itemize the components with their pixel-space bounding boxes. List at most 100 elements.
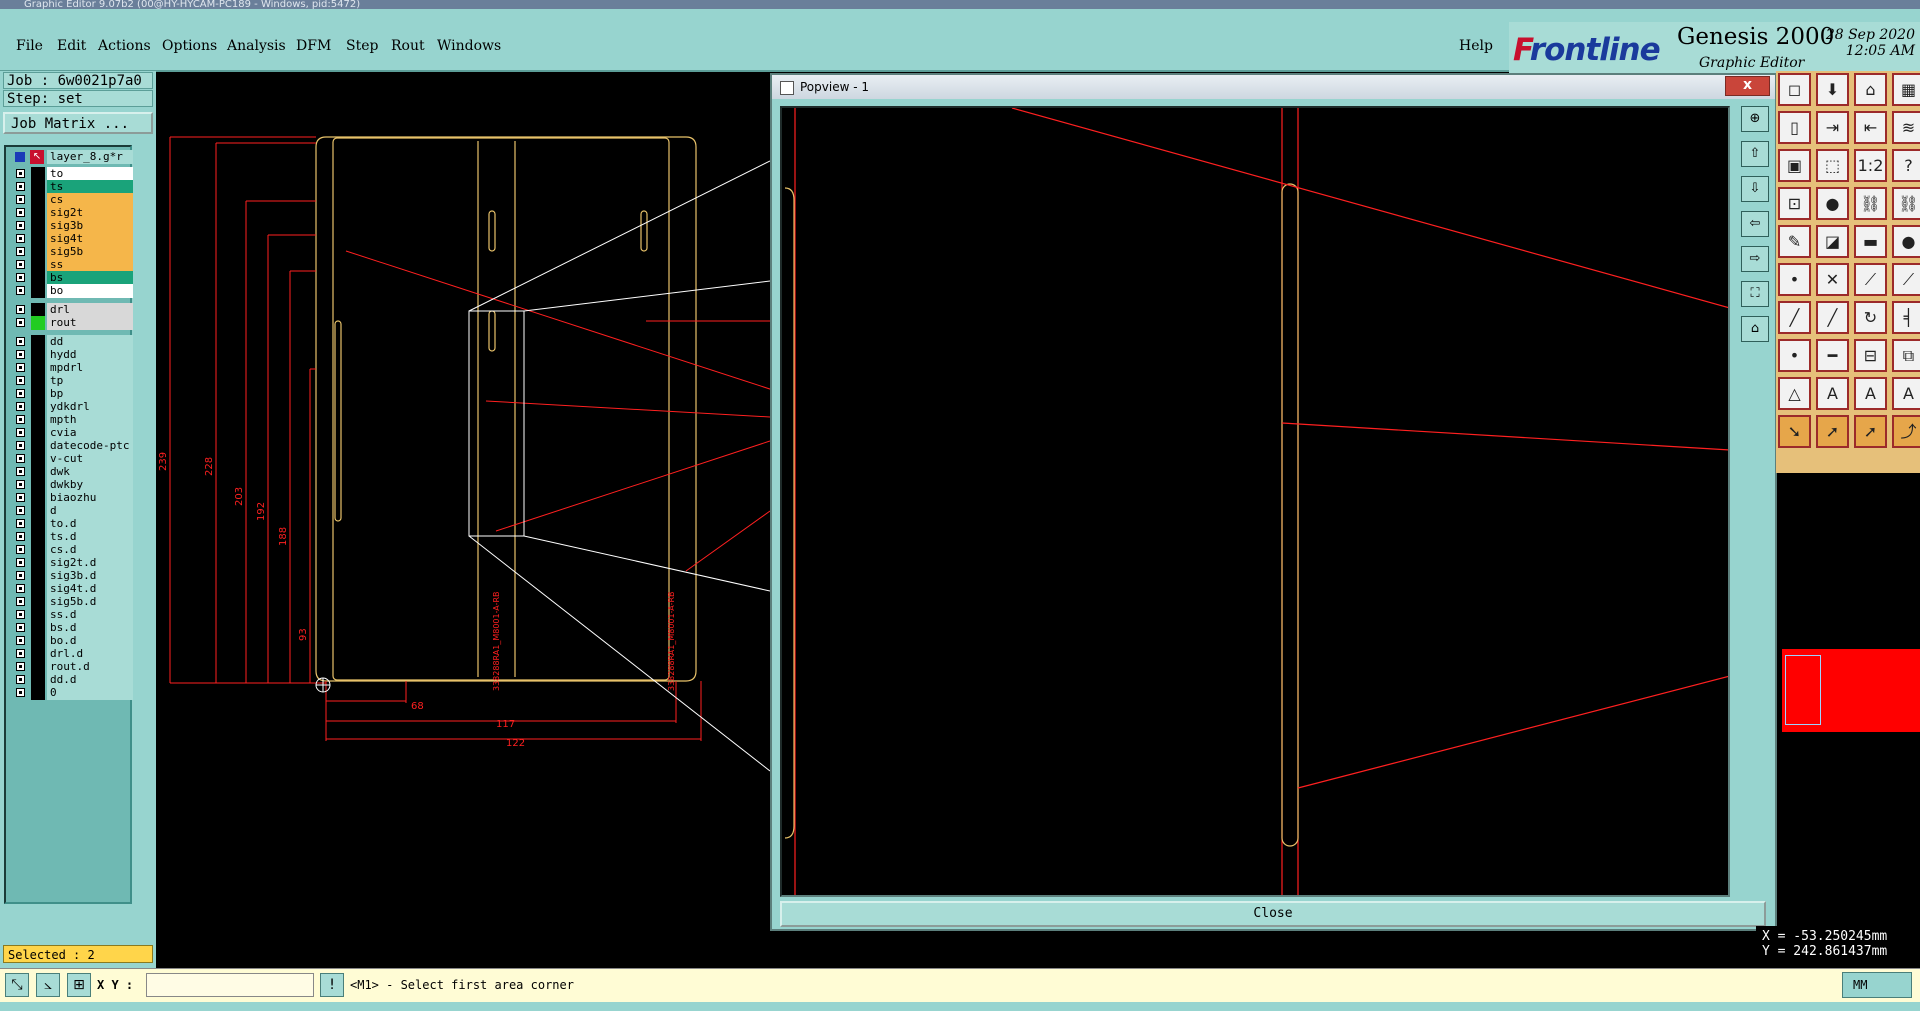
layer-name[interactable]: to (47, 167, 133, 181)
main-canvas[interactable]: 239 228 203 192 188 93 68 117 122 338288… (156, 71, 770, 968)
tool-shapes-icon[interactable]: ⧉ (1892, 339, 1920, 372)
tool-import-icon[interactable]: ⇤ (1854, 111, 1887, 144)
layer-name[interactable]: sig4t.d (47, 582, 133, 596)
units-selector[interactable]: MM (1842, 972, 1912, 998)
layer-row[interactable]: bp (10, 387, 133, 401)
tool-bracket-icon[interactable]: ╡ (1892, 301, 1920, 334)
tool-line-dot-icon[interactable]: ⟋ (1892, 263, 1920, 296)
layer-row[interactable]: rout.d (10, 660, 133, 674)
layer-row[interactable]: ss.d (10, 608, 133, 622)
layer-name[interactable]: v-cut (47, 452, 133, 466)
layer-row[interactable]: sig2t.d (10, 556, 133, 570)
layer-name[interactable]: bs (47, 271, 133, 285)
tool-connector-icon[interactable]: ●— (1816, 187, 1849, 242)
layer-checkbox[interactable] (16, 415, 25, 424)
tool-scale-icon[interactable]: 1:2 (1854, 149, 1887, 182)
popview-titlebar[interactable]: Popview - 1 x (772, 75, 1775, 99)
layer-row[interactable]: dd (10, 335, 133, 349)
layer-row[interactable]: mpdrl (10, 361, 133, 375)
layer-checkbox[interactable] (16, 221, 25, 230)
layer-header[interactable]: ↖ layer_8.g*r (10, 150, 133, 164)
layer-checkbox[interactable] (16, 636, 25, 645)
tool-frame-icon[interactable]: ▣ (1778, 149, 1811, 182)
tool-arc-icon[interactable]: ↻ (1854, 301, 1887, 334)
tool-text-a-icon[interactable]: A (1816, 377, 1849, 410)
layer-row[interactable]: to.d (10, 517, 133, 531)
tool-pad-icon[interactable]: ⊡ (1778, 187, 1811, 220)
layer-checkbox[interactable] (16, 273, 25, 282)
tool-home-icon[interactable]: ⌂ (1854, 73, 1887, 106)
layer-checkbox[interactable] (16, 675, 25, 684)
layer-checkbox[interactable] (16, 506, 25, 515)
tool-select-area-icon[interactable]: ➚ (1854, 415, 1887, 448)
menu-edit[interactable]: Edit (57, 38, 86, 54)
xy-input[interactable] (146, 973, 314, 997)
layer-row[interactable]: mpth (10, 413, 133, 427)
pan-right-icon[interactable]: ⇨ (1741, 246, 1769, 272)
layer-row[interactable]: tp (10, 374, 133, 388)
layer-row[interactable]: to (10, 167, 133, 181)
layer-name[interactable]: dd.d (47, 673, 133, 687)
layer-row[interactable]: dd.d (10, 673, 133, 687)
tool-dot-icon[interactable]: ● (1892, 225, 1920, 258)
layer-name[interactable]: ss (47, 258, 133, 272)
menu-help[interactable]: Help (1459, 38, 1493, 54)
layer-name[interactable]: rout (47, 316, 133, 330)
layer-row[interactable]: biaozhu (10, 491, 133, 505)
layer-name[interactable]: bo.d (47, 634, 133, 648)
tool-select-icon[interactable]: ➚ (1816, 415, 1849, 448)
layer-checkbox[interactable] (16, 493, 25, 502)
tool-page-icon[interactable]: ▯ (1778, 111, 1811, 144)
layer-checkbox[interactable] (16, 584, 25, 593)
layer-row[interactable]: sig4t.d (10, 582, 133, 596)
layer-checkbox[interactable] (16, 208, 25, 217)
layer-row[interactable]: bo (10, 284, 133, 298)
layer-checkbox[interactable] (16, 688, 25, 697)
menu-windows[interactable]: Windows (437, 38, 501, 54)
tool-pointer-icon[interactable]: ➘ (1778, 415, 1811, 448)
tool-pencil-icon[interactable]: ✎ (1778, 225, 1811, 258)
grid-icon[interactable]: ⊞ (67, 973, 91, 997)
pan-up-icon[interactable]: ⇧ (1741, 141, 1769, 167)
layer-checkbox[interactable] (16, 649, 25, 658)
tool-wave-icon[interactable]: ≋ (1892, 111, 1920, 144)
layer-row[interactable]: ss (10, 258, 133, 272)
layer-checkbox[interactable] (16, 597, 25, 606)
layer-row[interactable]: datecode-ptc (10, 439, 133, 453)
layer-name[interactable]: dd (47, 335, 133, 349)
layer-row[interactable]: dwk (10, 465, 133, 479)
tool-link-icon[interactable]: ⛓ (1892, 187, 1920, 220)
layer-checkbox[interactable] (16, 480, 25, 489)
layer-checkbox[interactable] (16, 519, 25, 528)
tool-down-arrow-icon[interactable]: ⬇ (1816, 73, 1849, 106)
layer-row[interactable]: v-cut (10, 452, 133, 466)
layer-name[interactable]: rout.d (47, 660, 133, 674)
layer-checkbox[interactable] (16, 610, 25, 619)
tool-bullet-icon[interactable]: • (1778, 339, 1811, 372)
job-matrix-button[interactable]: Job Matrix ... (3, 112, 153, 134)
layer-row[interactable]: rout (10, 316, 133, 330)
layer-name[interactable]: bs.d (47, 621, 133, 635)
layer-name[interactable]: ts.d (47, 530, 133, 544)
layer-checkbox[interactable] (16, 454, 25, 463)
menu-step[interactable]: Step (346, 38, 378, 54)
layer-row[interactable]: dwkby (10, 478, 133, 492)
tool-line-node-icon[interactable]: ⟋ (1854, 263, 1887, 296)
tool-fit-icon[interactable]: ⬚ (1816, 149, 1849, 182)
layer-row[interactable]: sig5b (10, 245, 133, 259)
layer-row[interactable]: sig2t (10, 206, 133, 220)
tool-chain-icon[interactable]: ⛓ (1854, 187, 1887, 220)
tool-text-a3-icon[interactable]: A (1892, 377, 1920, 410)
layer-checkbox[interactable] (16, 389, 25, 398)
layer-row[interactable]: sig5b.d (10, 595, 133, 609)
zoom-fit-icon[interactable]: ⛶ (1741, 281, 1769, 307)
layer-name[interactable]: ts (47, 180, 133, 194)
zoom-in-icon[interactable]: ⊕ (1741, 106, 1769, 132)
layer-checkbox[interactable] (16, 558, 25, 567)
layer-name[interactable]: 0 (47, 686, 133, 700)
layer-name[interactable]: to.d (47, 517, 133, 531)
layer-row[interactable]: 0 (10, 686, 133, 700)
tool-grid-icon[interactable]: ▦ (1892, 73, 1920, 106)
layer-row[interactable]: bs.d (10, 621, 133, 635)
layer-row[interactable]: drl (10, 303, 133, 317)
